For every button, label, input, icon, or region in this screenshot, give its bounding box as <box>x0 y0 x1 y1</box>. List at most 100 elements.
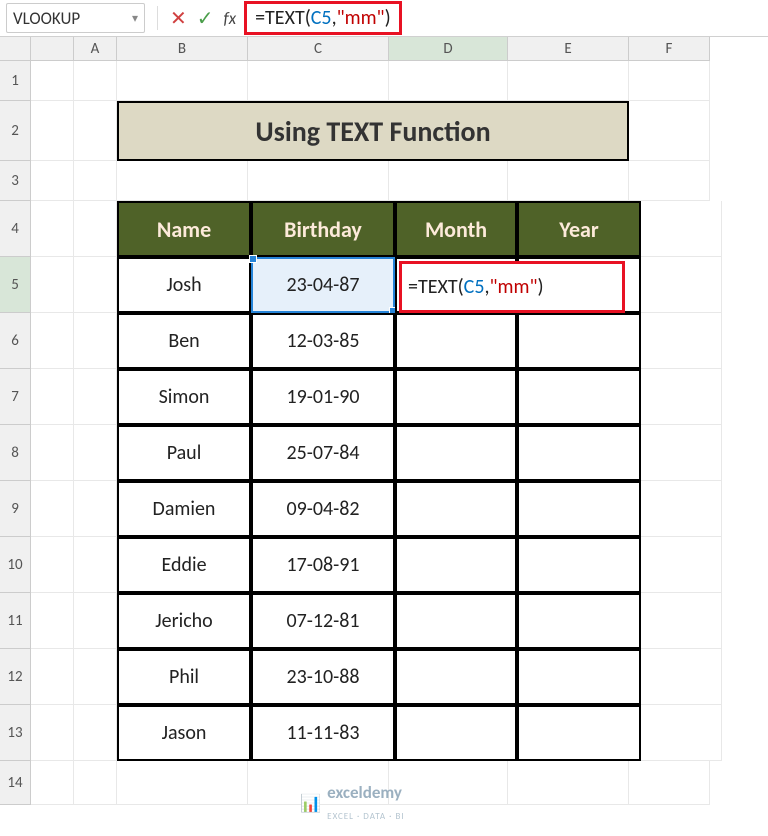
col-header-C[interactable]: C <box>248 37 389 61</box>
cell-A4[interactable] <box>74 201 117 257</box>
cell-F13[interactable] <box>641 705 722 761</box>
confirm-icon[interactable]: ✓ <box>197 6 214 31</box>
cell-E8[interactable] <box>517 425 641 481</box>
cell-A6[interactable] <box>74 313 117 369</box>
cell-A5[interactable] <box>74 257 117 313</box>
cell-B9[interactable]: Damien <box>117 481 251 537</box>
cell-A1[interactable] <box>74 61 117 101</box>
cell-A14[interactable] <box>74 761 117 805</box>
cell-D12[interactable] <box>395 649 517 705</box>
fx-icon[interactable]: fx <box>224 8 237 29</box>
cell-C13[interactable]: 11-11-83 <box>251 705 395 761</box>
cell-E11[interactable] <box>517 593 641 649</box>
col-header-B[interactable]: B <box>117 37 248 61</box>
cell[interactable] <box>31 425 74 481</box>
cell[interactable] <box>31 593 74 649</box>
cell-A9[interactable] <box>74 481 117 537</box>
cell[interactable] <box>31 705 74 761</box>
cell-C3[interactable] <box>248 161 389 201</box>
cell-F7[interactable] <box>641 369 722 425</box>
cell-B10[interactable]: Eddie <box>117 537 251 593</box>
col-header-E[interactable]: E <box>508 37 629 61</box>
spreadsheet-grid[interactable]: A B C D E F 1 2 Using TEXT Function 3 4 <box>0 37 768 805</box>
row-header-2[interactable]: 2 <box>0 101 31 161</box>
cell-D10[interactable] <box>395 537 517 593</box>
cell-E1[interactable] <box>508 61 629 101</box>
cell-C5[interactable]: 23-04-87 <box>251 257 395 313</box>
cell-E9[interactable] <box>517 481 641 537</box>
cell-editor[interactable]: =TEXT(C5,"mm") <box>399 261 625 313</box>
name-box[interactable]: VLOOKUP ▾ <box>6 3 145 33</box>
row-header-3[interactable]: 3 <box>0 161 31 201</box>
cell-D1[interactable] <box>389 61 508 101</box>
header-year[interactable]: Year <box>517 201 641 257</box>
cell-C8[interactable]: 25-07-84 <box>251 425 395 481</box>
cell-F14[interactable] <box>629 761 710 805</box>
title-cell[interactable]: Using TEXT Function <box>117 101 629 161</box>
cell-E12[interactable] <box>517 649 641 705</box>
col-header-F[interactable]: F <box>629 37 710 61</box>
col-header-D[interactable]: D <box>389 37 508 61</box>
header-name[interactable]: Name <box>117 201 251 257</box>
cell-E13[interactable] <box>517 705 641 761</box>
cell-B8[interactable]: Paul <box>117 425 251 481</box>
row-header-4[interactable]: 4 <box>0 201 31 257</box>
cell-F9[interactable] <box>641 481 722 537</box>
cell-B6[interactable]: Ben <box>117 313 251 369</box>
cell-A12[interactable] <box>74 649 117 705</box>
select-all[interactable] <box>0 37 31 61</box>
cell-A11[interactable] <box>74 593 117 649</box>
cell-C7[interactable]: 19-01-90 <box>251 369 395 425</box>
formula-input[interactable]: =TEXT(C5,"mm") <box>244 1 402 35</box>
cell-C9[interactable]: 09-04-82 <box>251 481 395 537</box>
cell-B12[interactable]: Phil <box>117 649 251 705</box>
cell-E7[interactable] <box>517 369 641 425</box>
cell-C12[interactable]: 23-10-88 <box>251 649 395 705</box>
cell[interactable] <box>31 537 74 593</box>
cell-F4[interactable] <box>641 201 722 257</box>
cell-F10[interactable] <box>641 537 722 593</box>
cell-F2[interactable] <box>629 101 710 161</box>
cell-D14[interactable] <box>389 761 508 805</box>
cell[interactable] <box>31 761 74 805</box>
cell-E10[interactable] <box>517 537 641 593</box>
cell-A10[interactable] <box>74 537 117 593</box>
cell-F8[interactable] <box>641 425 722 481</box>
cancel-icon[interactable]: ✕ <box>170 6 187 31</box>
col-header-blank[interactable] <box>31 37 74 61</box>
cell-A7[interactable] <box>74 369 117 425</box>
cell-C10[interactable]: 17-08-91 <box>251 537 395 593</box>
cell[interactable] <box>31 313 74 369</box>
row-header-13[interactable]: 13 <box>0 705 31 761</box>
row-header-12[interactable]: 12 <box>0 649 31 705</box>
chevron-down-icon[interactable]: ▾ <box>132 11 138 26</box>
cell-D11[interactable] <box>395 593 517 649</box>
cell-A2[interactable] <box>74 101 117 161</box>
row-header-5[interactable]: 5 <box>0 257 31 313</box>
cell-F1[interactable] <box>629 61 710 101</box>
cell-F5[interactable] <box>641 257 722 313</box>
cell-D8[interactable] <box>395 425 517 481</box>
cell-B3[interactable] <box>117 161 248 201</box>
cell-B7[interactable]: Simon <box>117 369 251 425</box>
cell[interactable] <box>31 161 74 201</box>
row-header-10[interactable]: 10 <box>0 537 31 593</box>
col-header-A[interactable]: A <box>74 37 117 61</box>
cell-A13[interactable] <box>74 705 117 761</box>
cell-E14[interactable] <box>508 761 629 805</box>
cell[interactable] <box>31 201 74 257</box>
cell-B13[interactable]: Jason <box>117 705 251 761</box>
header-birthday[interactable]: Birthday <box>251 201 395 257</box>
cell-F6[interactable] <box>641 313 722 369</box>
cell[interactable] <box>31 61 74 101</box>
cell-A3[interactable] <box>74 161 117 201</box>
row-header-8[interactable]: 8 <box>0 425 31 481</box>
cell-D9[interactable] <box>395 481 517 537</box>
cell-C6[interactable]: 12-03-85 <box>251 313 395 369</box>
cell-E3[interactable] <box>508 161 629 201</box>
cell-A8[interactable] <box>74 425 117 481</box>
cell[interactable] <box>31 257 74 313</box>
row-header-9[interactable]: 9 <box>0 481 31 537</box>
row-header-1[interactable]: 1 <box>0 61 31 101</box>
cell-B1[interactable] <box>117 61 248 101</box>
